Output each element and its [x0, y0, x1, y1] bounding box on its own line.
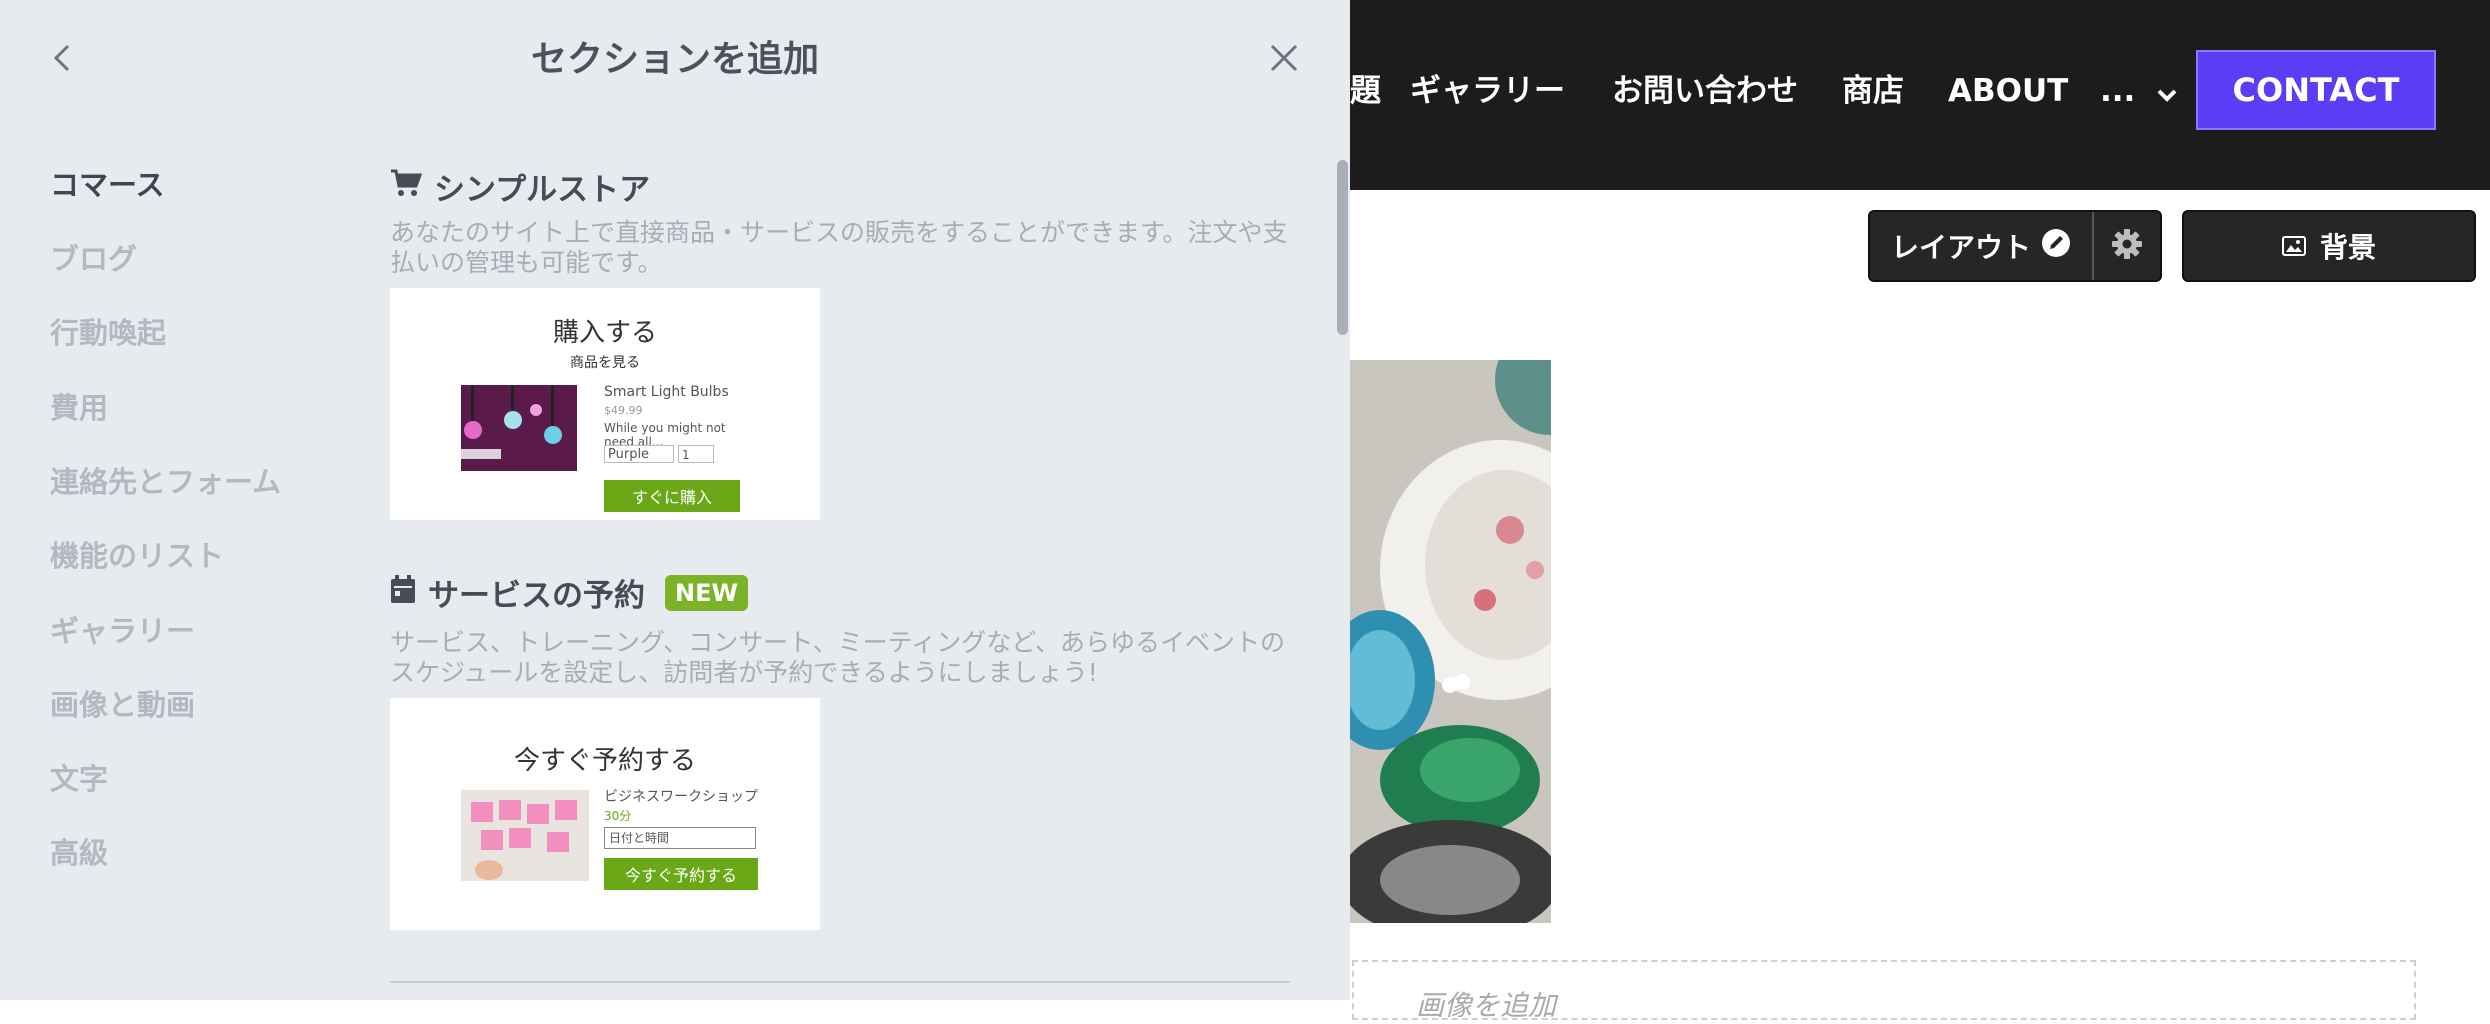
section-service-booking-title: サービスの予約 NEW [390, 570, 748, 615]
section-simple-store-title: シンプルストア [390, 164, 650, 209]
nav-item-contact-jp[interactable]: お問い合わせ [1612, 70, 1798, 112]
nav-item-shop[interactable]: 商店 [1842, 70, 1904, 112]
section-title-text: シンプルストア [434, 172, 651, 208]
layout-button[interactable]: レイアウト [1870, 212, 2094, 280]
nav-item-partial[interactable]: 題 [1350, 70, 1381, 112]
category-commerce[interactable]: コマース [50, 162, 165, 204]
contact-button[interactable]: CONTACT [2196, 50, 2436, 130]
quantity-field[interactable]: 1 [678, 445, 714, 463]
gear-icon [2110, 227, 2144, 265]
section-service-booking-description: サービス、トレーニング、コンサート、ミーティングなど、あらゆるイベントのスケジュ… [390, 628, 1286, 687]
product-name: Smart Light Bulbs [604, 384, 729, 400]
option-select[interactable]: Purple [604, 445, 674, 463]
panel-scrollbar[interactable] [1337, 160, 1348, 335]
site-hero-photo[interactable] [1350, 360, 1551, 923]
shopping-cart-icon [390, 168, 423, 206]
datetime-field[interactable]: 日付と時間 [604, 827, 756, 849]
add-image-placeholder[interactable]: 画像を追加 [1352, 960, 2416, 1022]
chevron-down-icon [2156, 72, 2178, 114]
buy-now-button[interactable]: すぐに購入 [604, 480, 740, 512]
background-button-label: 背景 [2319, 231, 2376, 264]
service-name: ビジネスワークショップ [604, 789, 758, 805]
close-icon [1270, 44, 1298, 72]
category-contact-forms[interactable]: 連絡先とフォーム [50, 459, 281, 501]
category-advanced[interactable]: 高級 [50, 830, 108, 872]
option-select-value: Purple [608, 447, 650, 462]
category-blog[interactable]: ブログ [50, 236, 137, 278]
layout-toolbar: レイアウト [1868, 210, 2162, 282]
new-badge: NEW [665, 574, 748, 611]
preview-heading: 購入する [552, 318, 657, 348]
layout-button-label: レイアウト [1890, 231, 2031, 264]
add-section-panel: セクションを追加 コマース ブログ 行動喚起 費用 連絡先とフォーム 機能のリス… [0, 0, 1350, 1000]
product-price: $49.99 [604, 404, 643, 417]
product-image [461, 385, 577, 471]
nav-item-about[interactable]: ABOUT [1948, 70, 2068, 112]
service-image [461, 790, 589, 881]
category-call-to-action[interactable]: 行動喚起 [50, 310, 166, 352]
image-icon [2281, 230, 2306, 263]
nav-more-menu[interactable]: ... [2100, 70, 2178, 114]
pencil-icon [2041, 228, 2071, 265]
add-image-label: 画像を追加 [1416, 989, 1557, 1022]
book-now-button[interactable]: 今すぐ予約する [604, 858, 758, 890]
category-images-video[interactable]: 画像と動画 [50, 682, 195, 724]
section-simple-store-description: あなたのサイト上で直接商品・サービスの販売をすることができます。注文や支払いの管… [390, 218, 1288, 277]
category-gallery[interactable]: ギャラリー [50, 608, 195, 650]
category-text[interactable]: 文字 [50, 756, 108, 798]
service-booking-preview-card[interactable]: 今すぐ予約する ビジネスワークショップ 30分 日付と時間 今すぐ予約する [390, 698, 820, 930]
simple-store-preview-card[interactable]: 購入する 商品を見る Smart Light Bulbs $49.99 Whil… [390, 288, 820, 520]
service-duration: 30分 [604, 809, 632, 823]
background-button[interactable]: 背景 [2182, 210, 2476, 282]
calendar-icon [390, 574, 416, 612]
nav-item-gallery[interactable]: ギャラリー [1410, 70, 1565, 112]
preview-heading: 今すぐ予約する [513, 746, 696, 776]
section-title-text: サービスの予約 [428, 578, 645, 614]
settings-button[interactable] [2094, 212, 2160, 280]
category-feature-list[interactable]: 機能のリスト [50, 533, 224, 575]
nav-more-label: ... [2100, 73, 2136, 109]
section-divider [390, 981, 1290, 983]
preview-subheading: 商品を見る [570, 355, 640, 371]
close-button[interactable] [1264, 38, 1304, 78]
panel-title: セクションを追加 [530, 39, 819, 80]
category-pricing[interactable]: 費用 [50, 385, 108, 427]
